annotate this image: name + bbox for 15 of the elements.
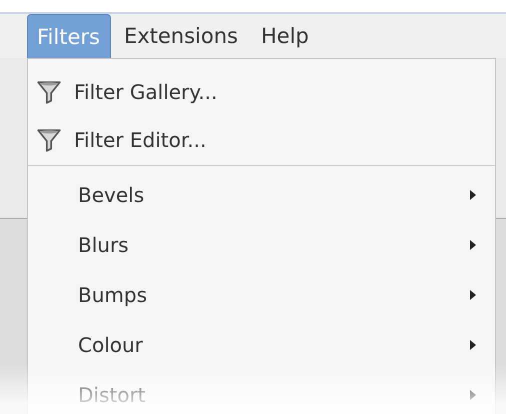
submenu-arrow-icon — [469, 339, 477, 351]
submenu-item[interactable]: Bumps — [28, 270, 495, 320]
menu-item[interactable]: Filter Editor... — [28, 116, 495, 164]
submenu-arrow-icon — [469, 239, 477, 251]
submenu-arrow-icon — [469, 389, 477, 401]
funnel-icon — [36, 127, 62, 153]
menu-item[interactable]: Filter Gallery... — [28, 68, 495, 116]
submenu-arrow-icon — [469, 189, 477, 201]
funnel-icon — [36, 79, 62, 105]
menu-bar-item[interactable]: Help — [252, 14, 319, 58]
submenu-item[interactable]: Colour — [28, 320, 495, 370]
menu-bar-item[interactable]: Extensions — [114, 14, 248, 58]
submenu-item[interactable]: Blurs — [28, 220, 495, 270]
submenu-item[interactable]: Bevels — [28, 170, 495, 220]
submenu-arrow-icon — [469, 289, 477, 301]
